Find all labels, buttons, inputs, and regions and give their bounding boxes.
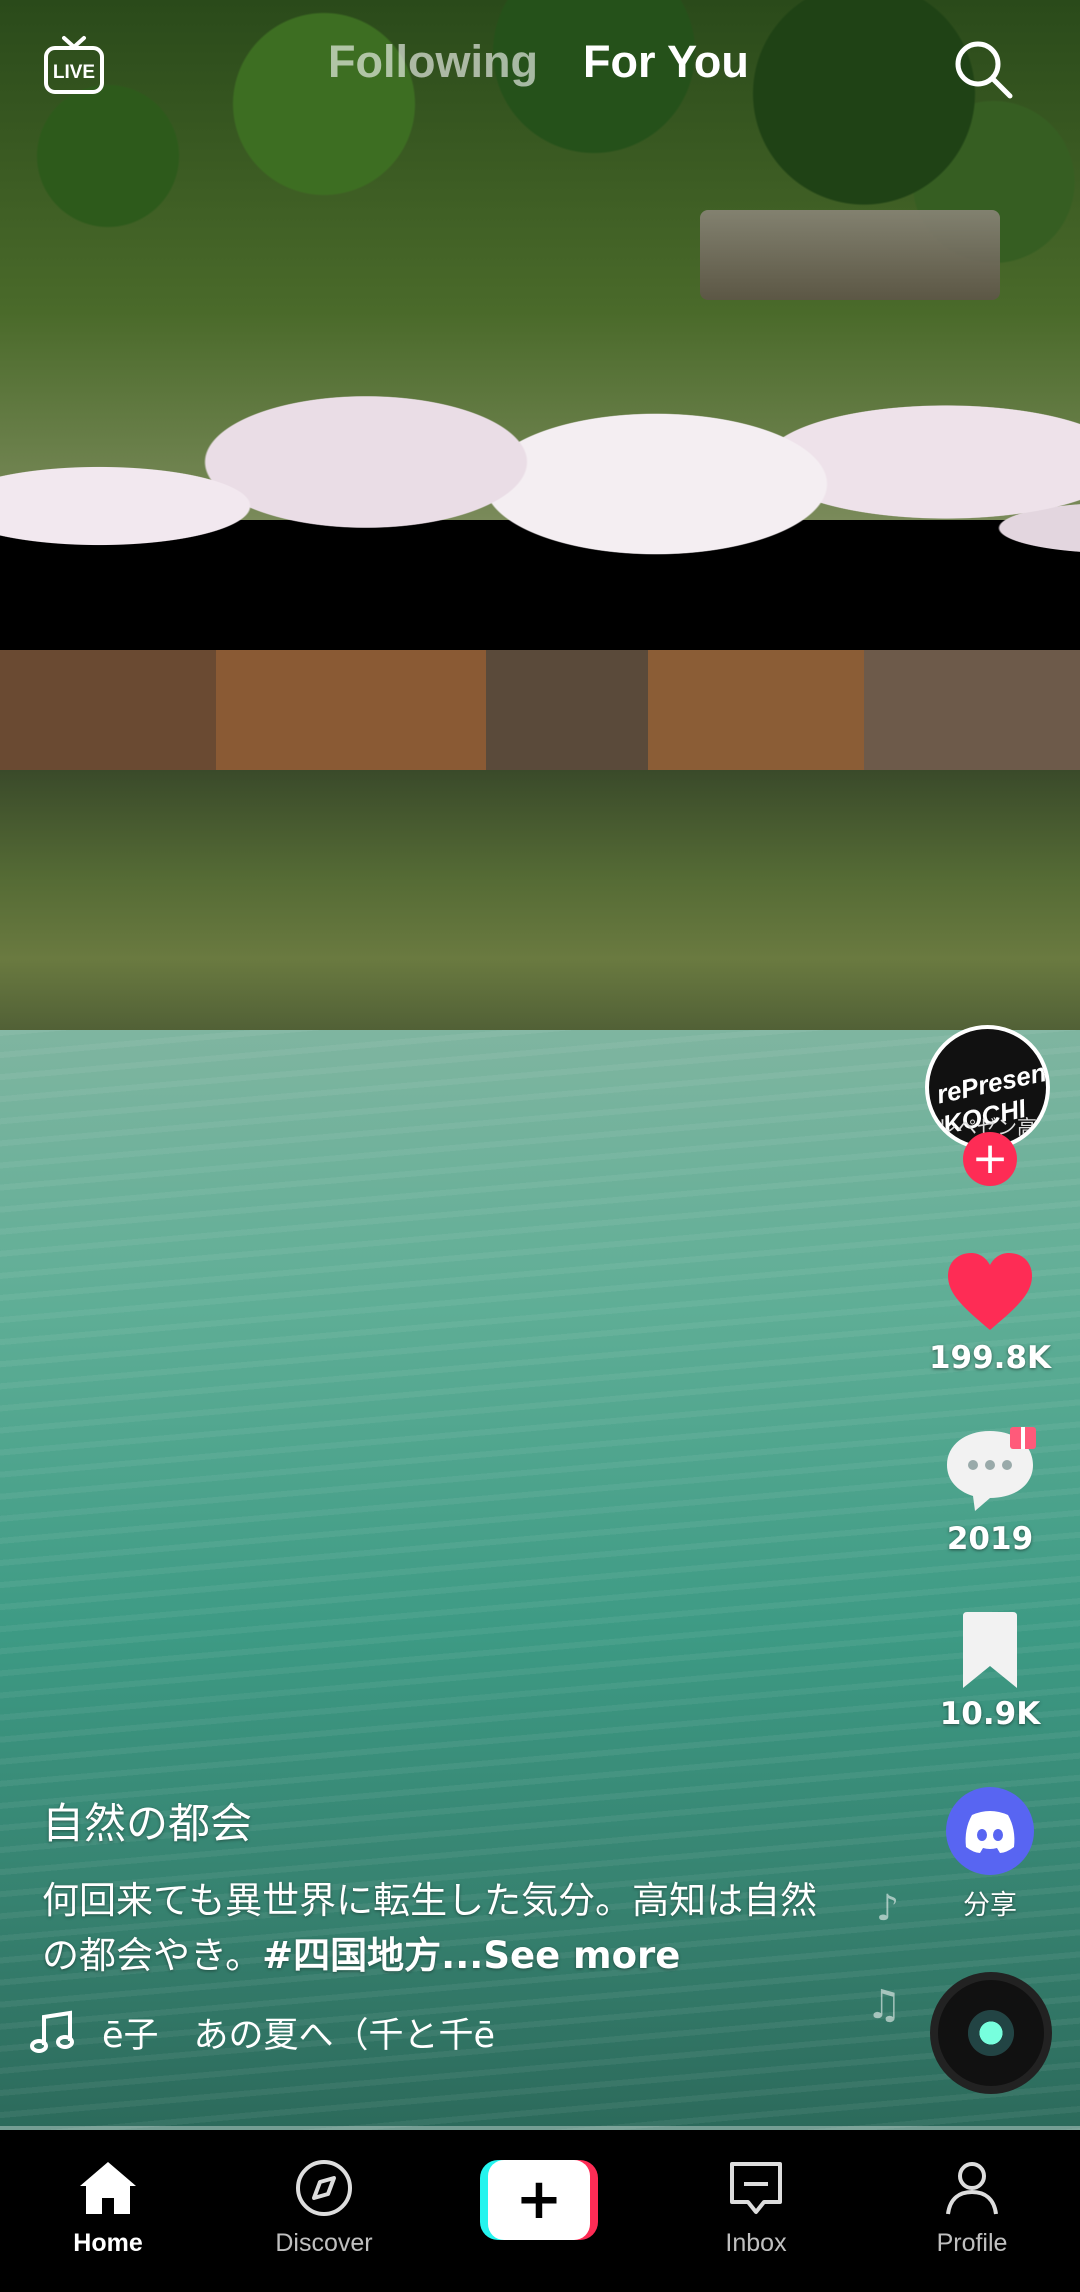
music-disc[interactable] <box>930 1972 1052 2094</box>
create-button[interactable]: + <box>480 2160 598 2240</box>
save-count: 10.9K <box>939 1696 1041 1732</box>
nav-inbox-label: Inbox <box>725 2229 787 2257</box>
plus-icon: + <box>971 1133 1009 1184</box>
music-row[interactable]: ē子 あの夏へ（千と千ē <box>30 2004 550 2060</box>
nav-home-label: Home <box>73 2229 143 2257</box>
gift-icon <box>1010 1427 1036 1449</box>
discord-icon <box>946 1787 1034 1875</box>
see-more-link[interactable]: ...See more <box>441 1934 680 1977</box>
hashtag-link[interactable]: #四国地方 <box>262 1934 441 1977</box>
like-count: 199.8K <box>928 1340 1052 1376</box>
comment-count: 2019 <box>946 1521 1034 1557</box>
nav-home[interactable]: Home <box>28 2158 188 2258</box>
plus-icon: + <box>488 2160 590 2240</box>
comment-button[interactable]: 2019 <box>920 1425 1060 1557</box>
heart-icon <box>948 1253 1032 1330</box>
music-note-float-icon: ♪ <box>876 1888 899 1929</box>
compass-icon <box>296 2160 352 2216</box>
hillside-house <box>700 210 1000 300</box>
music-note-float-icon: ♫ <box>866 1982 902 2028</box>
top-bar: LIVE Following For You <box>0 0 1080 140</box>
river-bank <box>0 770 1080 1040</box>
share-label: 分享 <box>963 1890 1017 1921</box>
share-button[interactable]: 分享 <box>920 1785 1060 1922</box>
like-button[interactable]: 199.8K <box>920 1250 1060 1376</box>
author-username[interactable]: 自然の都会 <box>42 1790 832 1851</box>
profile-icon <box>946 2162 998 2215</box>
nav-profile-label: Profile <box>936 2229 1008 2257</box>
bottom-navigation: Home Discover + Inbox Profile <box>0 2130 1080 2292</box>
inbox-icon <box>730 2162 782 2214</box>
home-icon <box>80 2162 136 2214</box>
save-button[interactable]: 10.9K <box>920 1610 1060 1732</box>
music-note-icon <box>30 2010 74 2053</box>
video-description: 何回来ても異世界に転生した気分。高知は自然の都会やき。#四国地方...See m… <box>42 1873 832 1983</box>
tab-for-you[interactable]: For You <box>583 36 749 88</box>
riverside-cabins <box>0 650 1080 770</box>
nav-discover-label: Discover <box>275 2229 373 2257</box>
nav-profile[interactable]: Profile <box>892 2158 1052 2258</box>
video-caption: 自然の都会 何回来ても異世界に転生した気分。高知は自然の都会やき。#四国地方..… <box>42 1790 832 1983</box>
follow-button[interactable]: + <box>963 1132 1017 1186</box>
comment-icon <box>947 1427 1036 1511</box>
disc-cover <box>968 2010 1014 2056</box>
music-title: ē子 あの夏へ（千と千ē <box>102 2015 496 2056</box>
search-icon[interactable] <box>950 36 1016 102</box>
nav-inbox[interactable]: Inbox <box>676 2158 836 2258</box>
live-icon[interactable]: LIVE <box>42 34 106 98</box>
tab-following[interactable]: Following <box>328 36 538 88</box>
nav-discover[interactable]: Discover <box>244 2158 404 2258</box>
bookmark-icon <box>963 1612 1017 1688</box>
live-label: LIVE <box>53 62 95 83</box>
